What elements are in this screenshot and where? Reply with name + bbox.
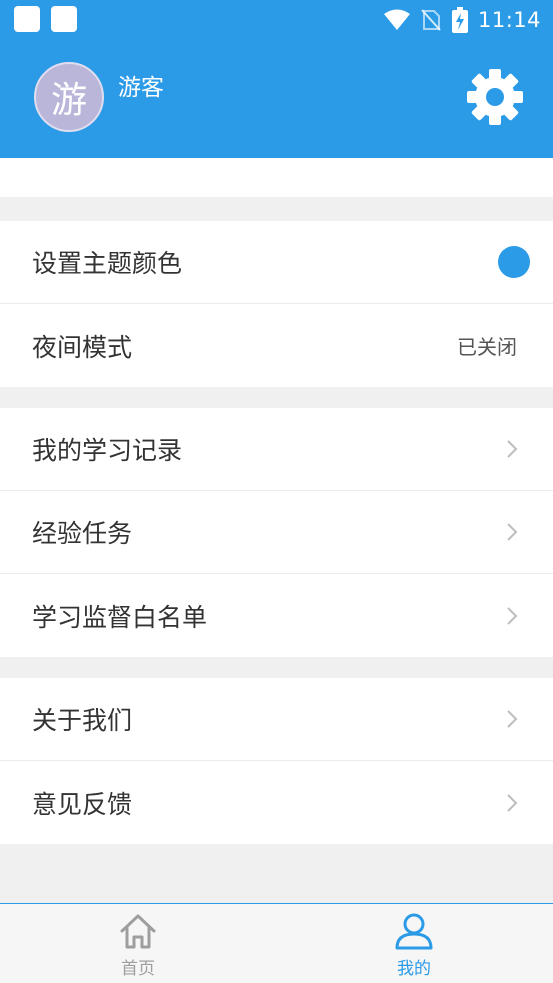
no-sim-icon bbox=[421, 9, 441, 31]
nav-mine-label: 我的 bbox=[397, 959, 431, 979]
nav-home[interactable]: 首页 bbox=[98, 904, 178, 983]
chevron-right-icon bbox=[507, 606, 518, 625]
home-icon bbox=[120, 914, 156, 949]
chevron-right-icon bbox=[507, 523, 518, 541]
nav-mine[interactable]: 我的 bbox=[374, 904, 454, 983]
avatar[interactable]: 游 bbox=[34, 62, 104, 132]
nav-home-label: 首页 bbox=[121, 959, 155, 979]
theme-color-swatch[interactable] bbox=[498, 246, 530, 278]
study-record-row[interactable]: 我的学习记录 bbox=[0, 408, 553, 491]
status-bar: 11:14 bbox=[0, 0, 553, 40]
experience-task-row[interactable]: 经验任务 bbox=[0, 491, 553, 574]
whitelist-label: 学习监督白名单 bbox=[32, 602, 208, 632]
study-record-label: 我的学习记录 bbox=[32, 436, 183, 465]
night-mode-label: 夜间模式 bbox=[32, 332, 133, 362]
wifi-icon bbox=[383, 9, 410, 30]
avatar-char: 游 bbox=[50, 80, 87, 121]
chevron-right-icon bbox=[507, 440, 518, 458]
battery-charging-icon bbox=[451, 7, 468, 33]
notification-icon bbox=[14, 6, 40, 32]
whitelist-row[interactable]: 学习监督白名单 bbox=[0, 574, 553, 657]
header-spacer bbox=[0, 158, 553, 197]
study-group: 我的学习记录 经验任务 学习监督白名单 bbox=[0, 408, 553, 657]
about-group: 关于我们 意见反馈 bbox=[0, 678, 553, 844]
feedback-label: 意见反馈 bbox=[32, 789, 133, 819]
clock-time: 11:14 bbox=[477, 8, 541, 32]
night-mode-row[interactable]: 夜间模式 已关闭 bbox=[0, 304, 553, 387]
chevron-right-icon bbox=[507, 710, 518, 728]
night-mode-status: 已关闭 bbox=[457, 335, 517, 359]
feedback-row[interactable]: 意见反馈 bbox=[0, 761, 553, 844]
profile-header: 11:14 游 游客 bbox=[0, 0, 553, 158]
chevron-right-icon bbox=[507, 793, 518, 812]
settings-group: 设置主题颜色 夜间模式 已关闭 bbox=[0, 221, 553, 387]
experience-task-label: 经验任务 bbox=[32, 519, 133, 548]
theme-color-label: 设置主题颜色 bbox=[32, 249, 183, 278]
theme-color-row[interactable]: 设置主题颜色 bbox=[0, 221, 553, 304]
notification-icon bbox=[51, 6, 77, 32]
about-us-row[interactable]: 关于我们 bbox=[0, 678, 553, 761]
gear-icon[interactable] bbox=[466, 68, 524, 126]
username[interactable]: 游客 bbox=[118, 68, 164, 102]
user-icon bbox=[395, 913, 433, 950]
bottom-nav: 首页 我的 bbox=[0, 903, 553, 983]
about-us-label: 关于我们 bbox=[32, 706, 133, 735]
